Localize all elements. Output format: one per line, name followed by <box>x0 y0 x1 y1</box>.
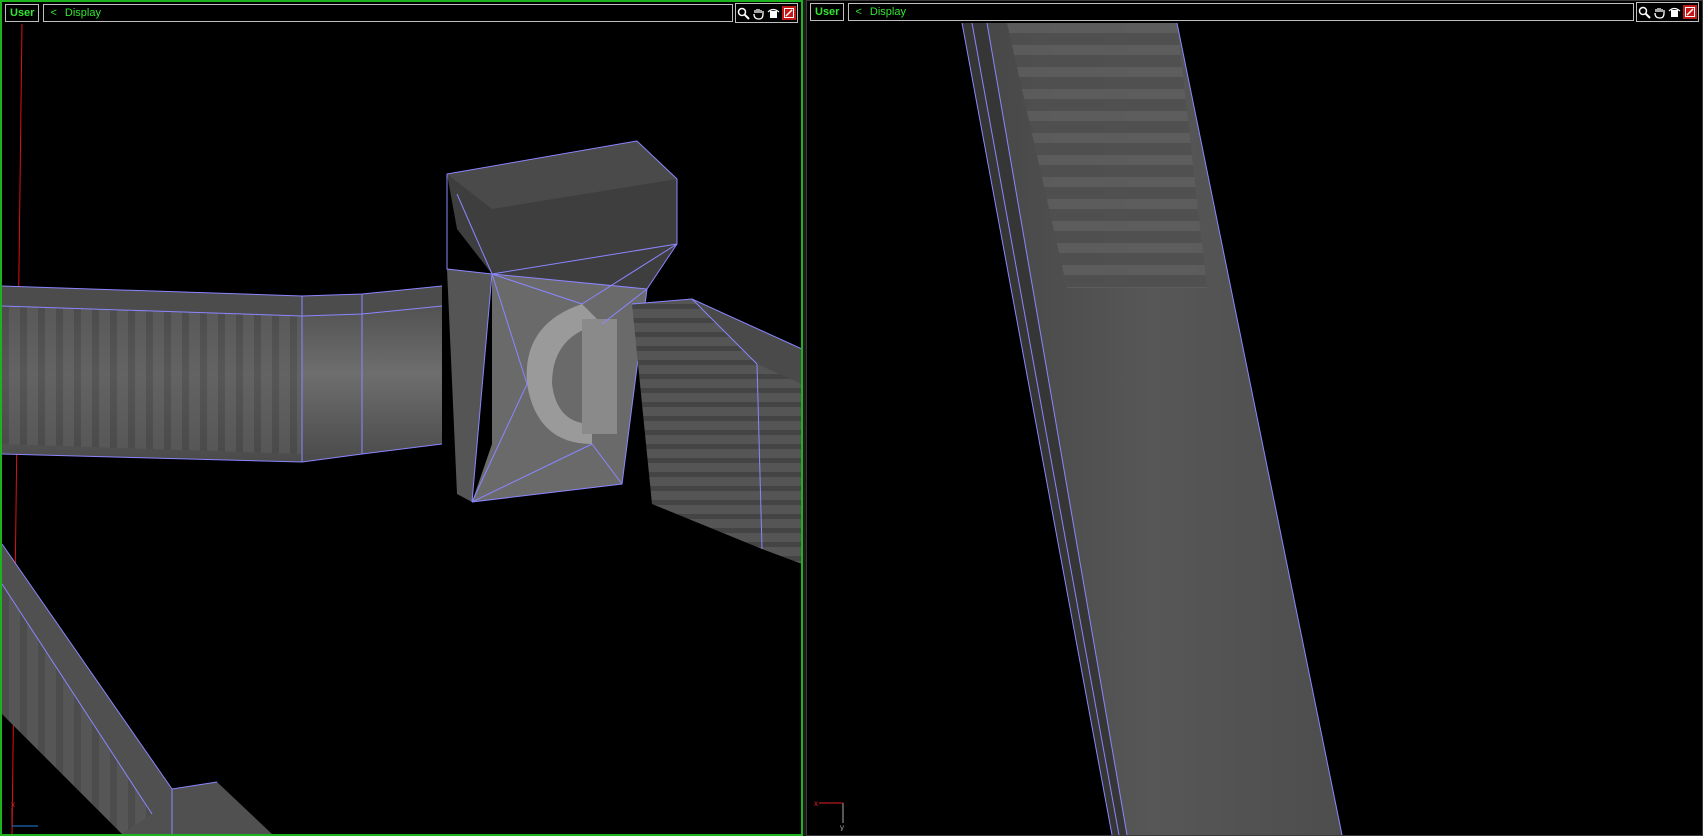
viewport-user-label[interactable]: User <box>810 3 845 21</box>
viewport-toolbar <box>735 3 798 23</box>
viewport-right[interactable]: User < Display x y <box>806 0 1703 836</box>
chevron-left-icon: < <box>855 6 862 18</box>
zoom-icon[interactable] <box>1637 4 1652 20</box>
viewport-toolbar <box>1636 2 1699 22</box>
pan-icon[interactable] <box>751 5 766 21</box>
viewport-left[interactable]: User < Display x <box>0 0 803 836</box>
mesh-scene-right <box>961 23 1343 835</box>
orbit-icon[interactable] <box>766 5 781 21</box>
orbit-icon[interactable] <box>1667 4 1682 20</box>
display-menu-label: Display <box>64 7 101 19</box>
pan-icon[interactable] <box>1652 4 1667 20</box>
axis-x-label: x <box>11 800 15 809</box>
axis-gizmo: x y <box>813 797 853 831</box>
axis-y-label: y <box>840 823 844 831</box>
axis-gizmo: x <box>8 800 48 830</box>
viewport-user-label[interactable]: User <box>5 4 40 22</box>
mesh-scene-left <box>2 24 801 834</box>
viewport-header: User < Display <box>807 1 1702 23</box>
axis-x-label: x <box>814 799 818 808</box>
zoom-icon[interactable] <box>736 5 751 21</box>
display-menu-label: Display <box>869 6 906 18</box>
chevron-left-icon: < <box>50 7 57 19</box>
viewport-display-menu[interactable]: < Display <box>43 4 733 22</box>
viewport-canvas-right[interactable]: x y <box>807 23 1702 835</box>
viewport-display-menu[interactable]: < Display <box>848 3 1634 21</box>
viewport-header: User < Display <box>2 2 801 24</box>
viewport-canvas-left[interactable]: x <box>2 24 801 834</box>
maximize-icon[interactable] <box>1683 5 1697 19</box>
maximize-icon[interactable] <box>782 6 796 20</box>
